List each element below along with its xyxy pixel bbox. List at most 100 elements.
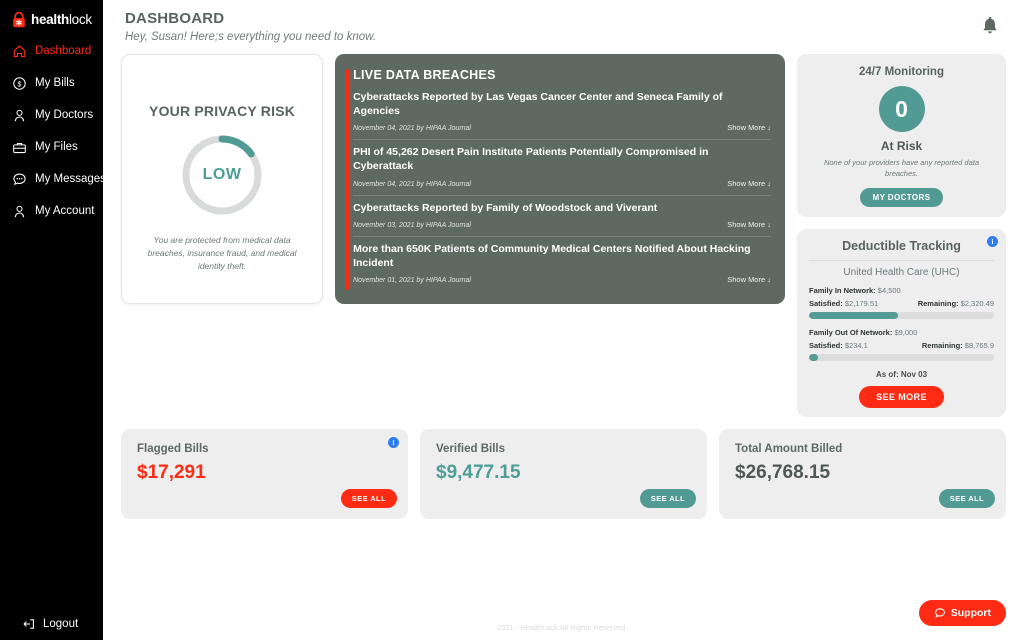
- monitoring-note: None of your providers have any reported…: [823, 158, 980, 179]
- right-column: 24/7 Monitoring 0 At Risk None of your p…: [797, 54, 1006, 417]
- see-all-button[interactable]: SEE ALL: [639, 489, 696, 508]
- breach-date: November 04, 2021 by HIPAA Journal: [353, 125, 471, 133]
- satisfied-value: $2,179.51: [844, 299, 879, 308]
- sidebar-item-my-bills[interactable]: $ My Bills: [0, 67, 103, 99]
- breach-show-more-link[interactable]: Show More ↓: [727, 123, 771, 132]
- sidebar-nav: Dashboard $ My Bills My Doctors My Files…: [0, 35, 106, 227]
- stat-card-flagged-bills: i Flagged Bills $17,291 SEE ALL: [121, 429, 408, 519]
- dashboard-row-stats: i Flagged Bills $17,291 SEE ALL Verified…: [121, 429, 1006, 519]
- live-data-breaches-panel: LIVE DATA BREACHES Cyberattacks Reported…: [335, 54, 785, 304]
- footer-copyright: 2021 - HealthLock All Rights Reserved -: [497, 623, 630, 632]
- deductible-row-heading: Family Out Of Network: $9,000: [809, 328, 994, 337]
- stat-value: $26,768.15: [735, 462, 831, 483]
- breach-show-more-link[interactable]: Show More ↓: [727, 220, 771, 229]
- sidebar-item-label: Dashboard: [35, 45, 92, 57]
- breach-title: Cyberattacks Reported by Las Vegas Cance…: [353, 91, 723, 117]
- deductible-plan-name: United Health Care (UHC): [843, 267, 960, 278]
- monitoring-card: 24/7 Monitoring 0 At Risk None of your p…: [797, 54, 1006, 217]
- remaining-label: Remaining:: [917, 299, 959, 308]
- satisfied-label: Satisfied:: [809, 299, 843, 308]
- sidebar-item-my-files[interactable]: My Files: [0, 131, 103, 163]
- chat-bubble-icon: [13, 173, 26, 185]
- sidebar-item-my-account[interactable]: My Account: [0, 195, 103, 227]
- person-icon: [14, 109, 25, 121]
- sidebar-item-my-doctors[interactable]: My Doctors: [0, 99, 103, 131]
- breach-title: More than 650K Patients of Community Med…: [353, 243, 751, 269]
- see-more-button[interactable]: SEE MORE: [859, 386, 944, 408]
- sidebar-item-label: My Messages: [35, 173, 106, 185]
- breach-meta: November 04, 2021 by HIPAA Journal Show …: [353, 179, 771, 188]
- page-subtitle: Hey, Susan! Here;s everything you need t…: [125, 31, 377, 43]
- breach-date: November 04, 2021 by HIPAA Journal: [353, 180, 471, 188]
- deductible-row-name: Family In Network:: [809, 286, 876, 295]
- stat-value: $9,477.15: [436, 462, 521, 483]
- stat-label: Total Amount Billed: [735, 443, 843, 455]
- see-all-button[interactable]: SEE ALL: [340, 489, 397, 508]
- breach-show-more-link[interactable]: Show More ↓: [727, 275, 771, 284]
- progress-fill: [809, 312, 898, 319]
- svg-text:$: $: [18, 81, 22, 88]
- my-doctors-button[interactable]: MY DOCTORS: [859, 187, 944, 207]
- deductible-tracking-card: i Deductible Tracking United Health Care…: [797, 229, 1006, 417]
- breach-item: Cyberattacks Reported by Family of Woods…: [353, 194, 771, 237]
- breach-date: November 03, 2021 by HIPAA Journal: [353, 222, 471, 230]
- privacy-risk-gauge: LOW: [179, 132, 265, 218]
- deductible-title: Deductible Tracking: [809, 239, 994, 261]
- deductible-as-of: As of: Nov 03: [875, 370, 928, 379]
- breaches-title: LIVE DATA BREACHES: [353, 68, 496, 82]
- sidebar: healthlock Dashboard $ My Bills My Docto…: [0, 0, 106, 640]
- dashboard-row-top: YOUR PRIVACY RISK LOW You are protected …: [121, 54, 1006, 417]
- stat-label: Verified Bills: [436, 443, 506, 455]
- logout-icon: [23, 619, 34, 629]
- remaining-value: $8,765.9: [964, 341, 994, 350]
- deductible-row-name: Family Out Of Network:: [809, 328, 893, 337]
- breach-item: PHI of 45,262 Desert Pain Institute Pati…: [353, 139, 771, 194]
- sidebar-item-label: My Account: [35, 205, 95, 217]
- remaining-label: Remaining:: [921, 341, 963, 350]
- header-text-group: DASHBOARD Hey, Susan! Here;s everything …: [125, 10, 376, 43]
- support-button[interactable]: Support: [918, 600, 1006, 626]
- sidebar-item-label: My Doctors: [35, 109, 94, 121]
- home-icon: [13, 45, 26, 57]
- notification-bell-icon[interactable]: [980, 16, 1000, 38]
- breach-title: PHI of 45,262 Desert Pain Institute Pati…: [353, 146, 709, 172]
- brand-name-light: lock: [68, 12, 92, 27]
- page-title: DASHBOARD: [125, 10, 225, 27]
- satisfied-label: Satisfied:: [809, 341, 843, 350]
- privacy-risk-title: YOUR PRIVACY RISK: [149, 103, 296, 119]
- deductible-progress-bar: [809, 312, 994, 319]
- logout-label: Logout: [43, 618, 79, 630]
- breach-meta: November 03, 2021 by HIPAA Journal Show …: [353, 220, 771, 229]
- monitoring-count: 0: [878, 86, 925, 132]
- brand-name-bold: health: [31, 12, 69, 27]
- padlock-medical-icon: [13, 11, 25, 27]
- main-content: DASHBOARD Hey, Susan! Here;s everything …: [103, 0, 1024, 640]
- breach-show-more-link[interactable]: Show More ↓: [727, 179, 771, 188]
- progress-fill: [809, 354, 819, 361]
- deductible-info-badge[interactable]: i: [987, 236, 998, 247]
- stat-label: Flagged Bills: [137, 443, 209, 455]
- breach-item: More than 650K Patients of Community Med…: [353, 236, 771, 291]
- flagged-bills-info-badge[interactable]: i: [388, 437, 399, 448]
- deductible-row-total: $9,000: [894, 328, 918, 337]
- deductible-row-total: $4,500: [877, 286, 901, 295]
- briefcase-icon: [13, 142, 26, 153]
- see-all-button[interactable]: SEE ALL: [938, 489, 995, 508]
- sidebar-item-my-messages[interactable]: My Messages: [0, 163, 106, 195]
- stat-card-total-amount-billed: Total Amount Billed $26,768.15 SEE ALL: [719, 429, 1006, 519]
- deductible-row: Family In Network: $4,500 Satisfied: $2,…: [809, 286, 994, 319]
- person-icon: [14, 205, 25, 217]
- sidebar-item-label: My Bills: [35, 77, 75, 89]
- brand-logo[interactable]: healthlock: [0, 0, 103, 30]
- sidebar-item-label: My Files: [35, 141, 78, 153]
- stat-card-verified-bills: Verified Bills $9,477.15 SEE ALL: [420, 429, 707, 519]
- deductible-row-heading: Family In Network: $4,500: [809, 286, 994, 295]
- breach-title: Cyberattacks Reported by Family of Woods…: [353, 201, 658, 214]
- breach-item: Cyberattacks Reported by Las Vegas Cance…: [353, 91, 771, 139]
- logout-button[interactable]: Logout: [0, 617, 78, 631]
- brand-name: healthlock: [31, 12, 92, 27]
- page-header: DASHBOARD Hey, Susan! Here;s everything …: [121, 0, 1006, 43]
- sidebar-item-dashboard[interactable]: Dashboard: [0, 35, 103, 67]
- deductible-progress-bar: [809, 354, 994, 361]
- privacy-risk-card: YOUR PRIVACY RISK LOW You are protected …: [121, 54, 324, 304]
